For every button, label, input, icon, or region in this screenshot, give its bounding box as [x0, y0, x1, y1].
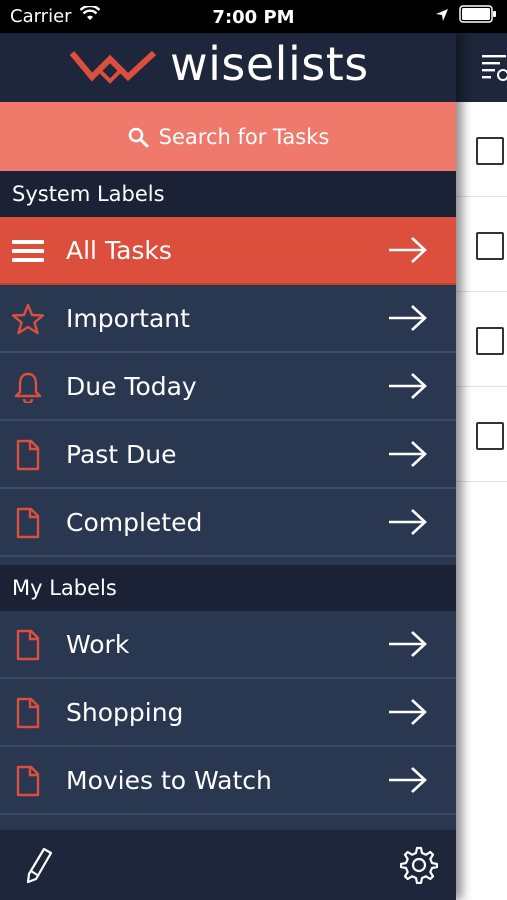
my-labels-heading: My Labels [0, 565, 456, 611]
logo-bar: wiselists [0, 33, 456, 102]
pencil-icon[interactable] [24, 846, 54, 888]
task-checkbox[interactable] [476, 422, 504, 450]
nav-item-movies-to-watch[interactable]: Movies to Watch [0, 747, 456, 815]
system-labels-heading: System Labels [0, 171, 456, 217]
status-bar: Carrier 7:00 PM [0, 0, 507, 33]
task-checkbox[interactable] [476, 137, 504, 165]
search-icon [127, 126, 149, 148]
task-row[interactable] [456, 197, 507, 292]
nav-item-shopping[interactable]: Shopping [0, 679, 456, 747]
arrow-right-icon [388, 766, 428, 798]
arrow-right-icon [388, 440, 428, 472]
nav-item-label: All Tasks [66, 235, 172, 265]
nav-item-due-today[interactable]: Due Today [0, 353, 456, 421]
task-checkbox[interactable] [476, 327, 504, 355]
nav-item-past-due[interactable]: Past Due [0, 421, 456, 489]
search-bar[interactable]: Search for Tasks [0, 102, 456, 171]
arrow-right-icon [388, 630, 428, 662]
arrow-right-icon [388, 372, 428, 404]
document-icon [12, 765, 44, 797]
arrow-right-icon [388, 508, 428, 540]
star-icon [12, 303, 44, 335]
drawer-footer [0, 830, 456, 900]
task-row[interactable] [456, 102, 507, 197]
search-placeholder: Search for Tasks [158, 124, 330, 149]
nav-item-label: Past Due [66, 439, 177, 469]
wiselists-logo-icon [69, 49, 157, 89]
task-checkbox[interactable] [476, 232, 504, 260]
nav-item-label: Important [66, 303, 190, 333]
gear-icon[interactable] [399, 846, 439, 888]
nav-item-label: Work [66, 629, 130, 659]
arrow-right-icon [388, 698, 428, 730]
document-icon [12, 629, 44, 661]
nav-item-label: Shopping [66, 697, 184, 727]
document-icon [12, 507, 44, 539]
arrow-right-icon [388, 304, 428, 336]
location-icon [435, 6, 449, 27]
task-row[interactable] [456, 387, 507, 482]
brand-name: wiselists [170, 37, 369, 91]
status-time: 7:00 PM [212, 7, 295, 28]
task-list-toolbar [456, 33, 507, 102]
nav-item-label: Due Today [66, 371, 197, 401]
document-icon [12, 697, 44, 729]
nav-item-label: Completed [66, 507, 203, 537]
battery-icon [459, 5, 497, 28]
nav-item-label: Movies to Watch [66, 765, 272, 795]
nav-item-work[interactable]: Work [0, 611, 456, 679]
sort-icon[interactable] [482, 53, 507, 87]
task-row[interactable] [456, 292, 507, 387]
hamburger-icon [12, 235, 44, 267]
document-icon [12, 439, 44, 471]
bell-icon [12, 371, 44, 403]
task-list-panel [456, 33, 507, 900]
nav-item-completed[interactable]: Completed [0, 489, 456, 557]
nav-item-all-tasks[interactable]: All Tasks [0, 217, 456, 285]
nav-item-important[interactable]: Important [0, 285, 456, 353]
navigation-drawer: wiselists Search for Tasks System Labels… [0, 33, 456, 900]
arrow-right-icon [388, 236, 428, 268]
